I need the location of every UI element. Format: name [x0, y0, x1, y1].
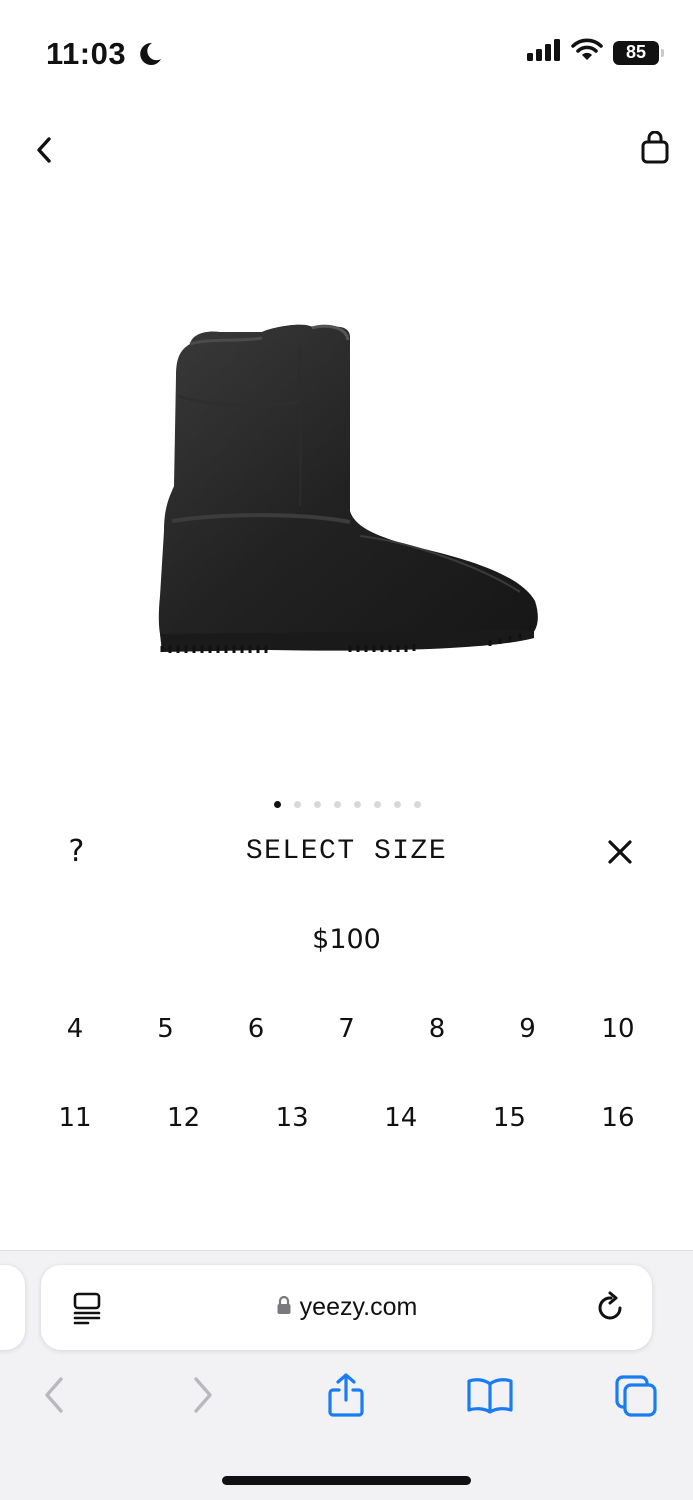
carousel-dot[interactable] [293, 801, 301, 808]
cart-button[interactable] [637, 130, 673, 170]
carousel-dot[interactable] [333, 801, 341, 808]
carousel-dot[interactable] [393, 801, 401, 808]
share-button[interactable] [321, 1372, 371, 1422]
size-option[interactable]: 16 [573, 1103, 663, 1133]
battery-indicator: 85 [613, 40, 664, 65]
lock-icon [276, 1293, 292, 1322]
size-option[interactable]: 8 [392, 1014, 482, 1044]
reload-icon[interactable] [594, 1291, 628, 1325]
carousel-dot[interactable] [413, 801, 421, 808]
size-option[interactable]: 11 [30, 1103, 120, 1133]
bookmarks-icon [465, 1375, 515, 1420]
size-option[interactable]: 15 [464, 1103, 554, 1133]
carousel-indicator[interactable] [0, 801, 693, 808]
size-option[interactable]: 12 [139, 1103, 229, 1133]
size-option[interactable]: 7 [302, 1014, 392, 1044]
product-image[interactable] [150, 316, 540, 656]
tabs-button[interactable] [611, 1372, 661, 1422]
close-icon [607, 839, 633, 870]
status-time: 11:03 [46, 36, 127, 71]
size-option[interactable]: 6 [211, 1014, 301, 1044]
size-row: 4 5 6 7 8 9 10 [30, 1014, 663, 1044]
carousel-dot[interactable] [273, 801, 281, 808]
size-option[interactable]: 9 [483, 1014, 573, 1044]
carousel-dot[interactable] [373, 801, 381, 808]
moon-icon [138, 40, 164, 68]
chevron-left-icon [34, 135, 54, 170]
browser-back-button[interactable] [29, 1372, 79, 1422]
size-option[interactable]: 10 [573, 1014, 663, 1044]
tabs-icon [613, 1373, 659, 1422]
signal-icon [527, 39, 561, 66]
shopping-bag-icon [640, 130, 670, 170]
wifi-icon [571, 38, 603, 67]
back-icon [42, 1376, 66, 1419]
share-icon [326, 1372, 366, 1423]
size-option[interactable]: 13 [247, 1103, 337, 1133]
back-button[interactable] [26, 132, 62, 172]
size-row: 11 12 13 14 15 16 [30, 1103, 663, 1133]
forward-icon [191, 1376, 215, 1419]
product-price: $100 [312, 924, 381, 955]
size-option[interactable]: 14 [356, 1103, 446, 1133]
select-size-title: SELECT SIZE [245, 836, 448, 867]
url-text: yeezy.com [299, 1293, 418, 1321]
carousel-dot[interactable] [353, 801, 361, 808]
bookmarks-button[interactable] [465, 1372, 515, 1422]
size-option[interactable]: 5 [121, 1014, 211, 1044]
size-option[interactable]: 4 [30, 1014, 120, 1044]
browser-forward-button[interactable] [178, 1372, 228, 1422]
close-button[interactable] [600, 834, 640, 874]
carousel-dot[interactable] [313, 801, 321, 808]
url-display[interactable]: yeezy.com [0, 1293, 693, 1322]
status-indicators: 85 [527, 38, 664, 67]
home-indicator [222, 1476, 471, 1485]
